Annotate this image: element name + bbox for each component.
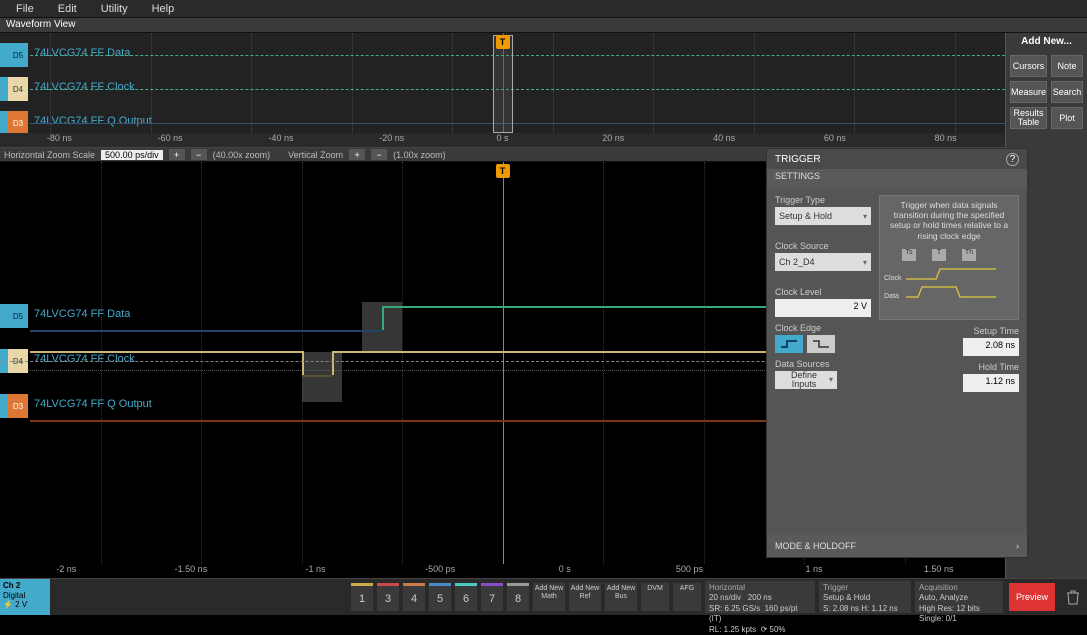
clock-level-label: Clock Level xyxy=(775,287,871,297)
channel-slot-7[interactable]: 7 xyxy=(481,583,503,611)
vzoom-in-button[interactable]: + xyxy=(349,149,365,160)
acquisition-status[interactable]: Acquisition Auto, Analyze High Res: 12 b… xyxy=(915,581,1003,613)
channel-badge-d4[interactable]: D4 xyxy=(0,77,28,101)
clock-source-dropdown[interactable]: Ch 2_D4 xyxy=(775,253,871,271)
channel-slot-4[interactable]: 4 xyxy=(403,583,425,611)
channel-slot-1[interactable]: 1 xyxy=(351,583,373,611)
clock-source-label: Clock Source xyxy=(775,241,871,251)
addnew-cursors-button[interactable]: Cursors xyxy=(1010,55,1047,77)
channel-label-d5: 74LVCG74 FF Data xyxy=(34,47,130,59)
vzoom-out-button[interactable]: − xyxy=(371,149,387,160)
hzoom-value[interactable]: 500.00 ps/div xyxy=(101,150,163,160)
channel-badge-d3[interactable]: D3 xyxy=(0,394,28,418)
menubar: File Edit Utility Help xyxy=(0,0,1087,18)
menu-edit[interactable]: Edit xyxy=(46,1,89,17)
trigger-marker-icon: T xyxy=(496,35,510,49)
add-math-button[interactable]: Add New Math xyxy=(533,583,565,611)
addnew-plot-button[interactable]: Plot xyxy=(1051,107,1083,129)
addnew-search-button[interactable]: Search xyxy=(1051,81,1083,103)
addnew-header: Add New... xyxy=(1006,33,1087,51)
edge-falling-button[interactable] xyxy=(807,335,835,353)
channel-label-d3: 74LVCG74 FF Q Output xyxy=(34,115,152,127)
channel-slot-3[interactable]: 3 xyxy=(377,583,399,611)
vzoom-factor: (1.00x zoom) xyxy=(393,150,446,160)
menu-file[interactable]: File xyxy=(4,1,46,17)
edge-rising-button[interactable] xyxy=(775,335,803,353)
channel-label-d4: 74LVCG74 FF Clock xyxy=(34,81,135,93)
addnew-results-button[interactable]: Results Table xyxy=(1010,107,1047,129)
clock-level-input[interactable]: 2 V xyxy=(775,299,871,317)
falling-edge-icon xyxy=(812,339,830,349)
menu-help[interactable]: Help xyxy=(140,1,187,17)
channel-label-d3: 74LVCG74 FF Q Output xyxy=(34,398,152,410)
hzoom-out-button[interactable]: − xyxy=(191,149,207,160)
trigger-panel-title: TRIGGER xyxy=(775,154,821,165)
hzoom-factor: (40.00x zoom) xyxy=(213,150,271,160)
preview-button[interactable]: Preview xyxy=(1009,583,1055,611)
hzoom-label: Horizontal Zoom Scale xyxy=(4,150,95,160)
trigger-type-dropdown[interactable]: Setup & Hold xyxy=(775,207,871,225)
dvm-button[interactable]: DVM xyxy=(641,583,669,611)
setup-time-input[interactable]: 2.08 ns xyxy=(963,338,1019,356)
channel-slot-6[interactable]: 6 xyxy=(455,583,477,611)
hzoom-in-button[interactable]: + xyxy=(169,149,185,160)
waveform-view-header: Waveform View xyxy=(0,18,1087,33)
channel-num-d5: D5 xyxy=(8,43,28,67)
channel-label-d5: 74LVCG74 FF Data xyxy=(34,308,130,320)
channel-badge-d5[interactable]: D5 xyxy=(0,304,28,328)
channel-slot-8[interactable]: 8 xyxy=(507,583,529,611)
overview-timescale: -80 ns-60 ns -40 ns-20 ns 0 s20 ns 40 ns… xyxy=(0,133,1005,147)
chevron-right-icon: › xyxy=(1016,541,1019,551)
help-icon[interactable]: ? xyxy=(1006,153,1019,166)
trigger-settings-header[interactable]: SETTINGS xyxy=(767,169,1027,187)
mode-holdoff-header[interactable]: MODE & HOLDOFF › xyxy=(767,535,1027,557)
detail-timescale: -2 ns-1.50 ns -1 ns-500 ps 0 s500 ps 1 n… xyxy=(0,564,1005,578)
bottom-bar: Ch 2 Digital ⚡ 2 V 1 3 4 5 6 7 8 Add New… xyxy=(0,578,1087,615)
trigger-diagram: Trigger when data signals transition dur… xyxy=(879,195,1019,320)
data-sources-button[interactable]: Define Inputs xyxy=(775,371,837,389)
channel-num-d3: D3 xyxy=(8,111,28,135)
channel-label-d4: 74LVCG74 FF Clock xyxy=(34,353,135,365)
channel-num-d4: D4 xyxy=(8,77,28,101)
trigger-type-label: Trigger Type xyxy=(775,195,871,205)
add-ref-button[interactable]: Add New Ref xyxy=(569,583,601,611)
rising-edge-icon xyxy=(780,339,798,349)
horizontal-status[interactable]: Horizontal 20 ns/div 200 ns SR: 6.25 GS/… xyxy=(705,581,815,613)
channel-slot-5[interactable]: 5 xyxy=(429,583,451,611)
zoom-window-indicator[interactable] xyxy=(493,35,513,133)
data-sources-label: Data Sources xyxy=(775,359,871,369)
overview-waveform[interactable]: D5 74LVCG74 FF Data D4 74LVCG74 FF Clock… xyxy=(0,33,1005,148)
hold-time-input[interactable]: 1.12 ns xyxy=(963,374,1019,392)
vzoom-label: Vertical Zoom xyxy=(288,150,343,160)
add-bus-button[interactable]: Add New Bus xyxy=(605,583,637,611)
hold-time-label: Hold Time xyxy=(963,362,1019,372)
trigger-status[interactable]: Trigger Setup & Hold S: 2.08 ns H: 1.12 … xyxy=(819,581,911,613)
channel-badge-d5[interactable]: D5 xyxy=(0,43,28,67)
addnew-note-button[interactable]: Note xyxy=(1051,55,1083,77)
clock-edge-label: Clock Edge xyxy=(775,323,871,333)
addnew-measure-button[interactable]: Measure xyxy=(1010,81,1047,103)
afg-button[interactable]: AFG xyxy=(673,583,701,611)
channel2-badge[interactable]: Ch 2 Digital ⚡ 2 V xyxy=(0,579,50,615)
trash-icon[interactable] xyxy=(1061,583,1085,611)
trigger-marker-icon: T xyxy=(496,164,510,178)
menu-utility[interactable]: Utility xyxy=(89,1,140,17)
setup-time-label: Setup Time xyxy=(963,326,1019,336)
channel-badge-d3[interactable]: D3 xyxy=(0,111,28,135)
trigger-panel: TRIGGER ? SETTINGS Trigger Type Setup & … xyxy=(766,148,1028,558)
